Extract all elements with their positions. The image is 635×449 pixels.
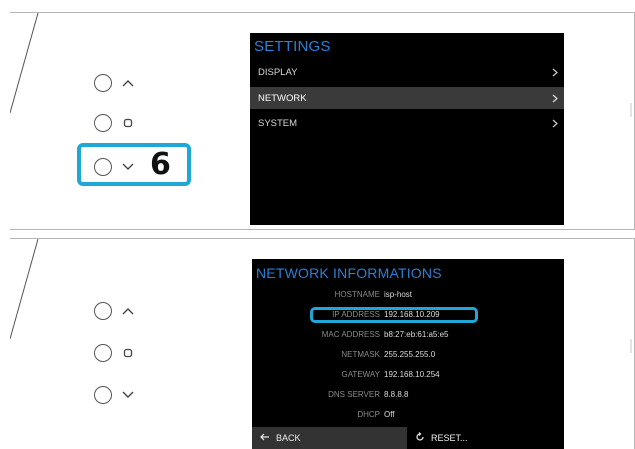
square-ok-icon (122, 117, 134, 129)
info-label: MAC ADDRESS (321, 330, 380, 339)
device-panel-network: NETWORK INFORMATIONS HOSTNAME isp-host I… (10, 238, 635, 449)
chevron-up-icon (122, 305, 134, 317)
square-ok-icon (122, 347, 134, 359)
info-value: 8.8.8.8 (384, 390, 409, 399)
info-row-dhcp: DHCP Off (252, 410, 564, 424)
menu-item-system[interactable]: SYSTEM (250, 112, 564, 134)
info-label: GATEWAY (341, 370, 380, 379)
info-label: DHCP (357, 410, 380, 419)
down-button[interactable] (94, 386, 134, 404)
settings-screen: SETTINGS DISPLAY NETWORK SYSTEM (250, 33, 564, 225)
panel-edge-mark (630, 103, 632, 117)
menu-item-label: SYSTEM (258, 117, 298, 129)
arrow-left-icon (260, 433, 270, 444)
button-circle (94, 302, 112, 320)
network-info-screen: NETWORK INFORMATIONS HOSTNAME isp-host I… (252, 259, 564, 449)
back-button[interactable]: BACK (252, 427, 407, 449)
button-circle (94, 344, 112, 362)
info-row-mac-address: MAC ADDRESS b8:27:eb:61:a5:e5 (252, 330, 564, 344)
info-row-dns-server: DNS SERVER 8.8.8.8 (252, 390, 564, 404)
info-label: DNS SERVER (328, 390, 380, 399)
chevron-up-icon (122, 77, 134, 89)
screen-title: NETWORK INFORMATIONS (256, 265, 442, 281)
info-row-hostname: HOSTNAME isp-host (252, 290, 564, 304)
button-circle (94, 74, 112, 92)
screen-bottom-bar: BACK RESET... (252, 427, 564, 449)
menu-item-display[interactable]: DISPLAY (250, 61, 564, 83)
info-value: Off (384, 410, 395, 419)
reset-button[interactable]: RESET... (407, 427, 564, 449)
chevron-right-icon (552, 94, 558, 103)
panel-edge-line (10, 13, 39, 114)
ok-button[interactable] (94, 344, 134, 362)
refresh-icon (415, 431, 425, 445)
menu-item-label: DISPLAY (258, 66, 298, 78)
up-button[interactable] (94, 302, 134, 320)
info-value: isp-host (384, 290, 413, 299)
menu-item-network[interactable]: NETWORK (250, 87, 564, 109)
ok-button[interactable] (94, 114, 134, 132)
up-button[interactable] (94, 74, 134, 92)
chevron-right-icon (552, 68, 558, 77)
chevron-right-icon (552, 119, 558, 128)
device-panel-settings: 6 SETTINGS DISPLAY NETWORK SYSTEM (10, 12, 635, 230)
button-circle (94, 386, 112, 404)
info-value: b8:27:eb:61:a5:e5 (384, 330, 449, 339)
info-value: 192.168.10.254 (384, 370, 440, 379)
info-row-netmask: NETMASK 255.255.255.0 (252, 350, 564, 364)
reset-label: RESET... (431, 433, 468, 443)
info-row-gateway: GATEWAY 192.168.10.254 (252, 370, 564, 384)
chevron-down-icon (122, 389, 134, 401)
ip-address-highlight (310, 307, 478, 323)
info-label: NETMASK (341, 350, 380, 359)
step-number: 6 (150, 147, 171, 182)
panel-edge-line (10, 239, 39, 340)
info-label: HOSTNAME (334, 290, 380, 299)
button-circle (94, 114, 112, 132)
panel-edge-mark (630, 339, 632, 353)
down-button-highlight (77, 143, 191, 186)
back-label: BACK (276, 433, 301, 443)
menu-item-label: NETWORK (258, 92, 307, 104)
screen-title: SETTINGS (254, 38, 331, 55)
info-value: 255.255.255.0 (384, 350, 436, 359)
